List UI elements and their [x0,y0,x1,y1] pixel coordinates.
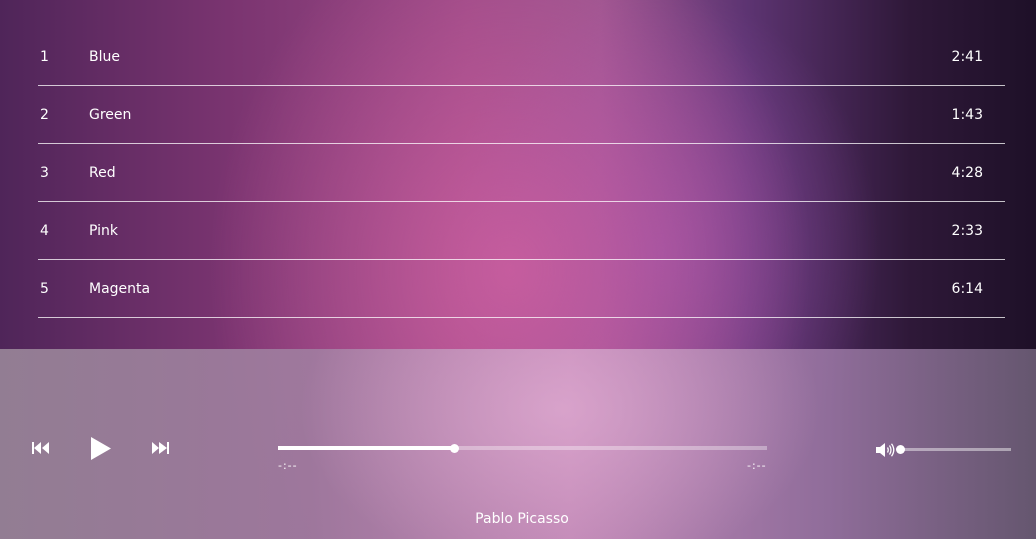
track-row[interactable]: 1 Blue 2:41 [38,28,1005,86]
track-title: Red [89,165,116,181]
mute-button[interactable] [876,443,896,457]
track-title: Magenta [89,281,151,297]
track-duration: 2:33 [951,223,983,239]
skip-previous-icon [32,442,49,454]
track-row[interactable]: 4 Pink 2:33 [38,202,1005,260]
track-title: Blue [89,49,120,65]
track-title: Green [89,107,132,123]
track-number: 3 [40,165,49,181]
skip-next-icon [152,442,169,454]
track-duration: 2:41 [951,49,983,65]
track-duration: 6:14 [951,281,983,297]
track-row[interactable]: 5 Magenta 6:14 [38,260,1005,318]
artist-name: Pablo Picasso [475,511,569,527]
previous-track-button[interactable] [32,442,50,454]
play-icon [91,437,111,460]
track-number: 1 [40,49,49,65]
play-button[interactable] [90,437,111,460]
track-row[interactable]: 3 Red 4:28 [38,144,1005,202]
volume-handle[interactable] [895,445,905,454]
volume-icon [876,443,895,457]
track-duration: 4:28 [951,165,983,181]
track-number: 2 [40,107,49,123]
total-time: -:-- [747,459,767,472]
track-duration: 1:43 [951,107,983,123]
current-time: -:-- [278,459,298,472]
progress-handle[interactable] [449,443,459,453]
player-controls: -:-- -:-- Pablo Picasso [0,349,1036,539]
next-track-button[interactable] [151,442,169,454]
playlist: 1 Blue 2:41 2 Green 1:43 3 Red 4:28 4 Pi… [38,28,1005,318]
track-title: Pink [89,223,119,239]
track-number: 4 [40,223,49,239]
track-number: 5 [40,281,49,297]
track-row[interactable]: 2 Green 1:43 [38,86,1005,144]
progress-fill [278,446,455,450]
volume-slider[interactable] [895,445,1011,454]
progress-bar[interactable] [278,443,767,453]
